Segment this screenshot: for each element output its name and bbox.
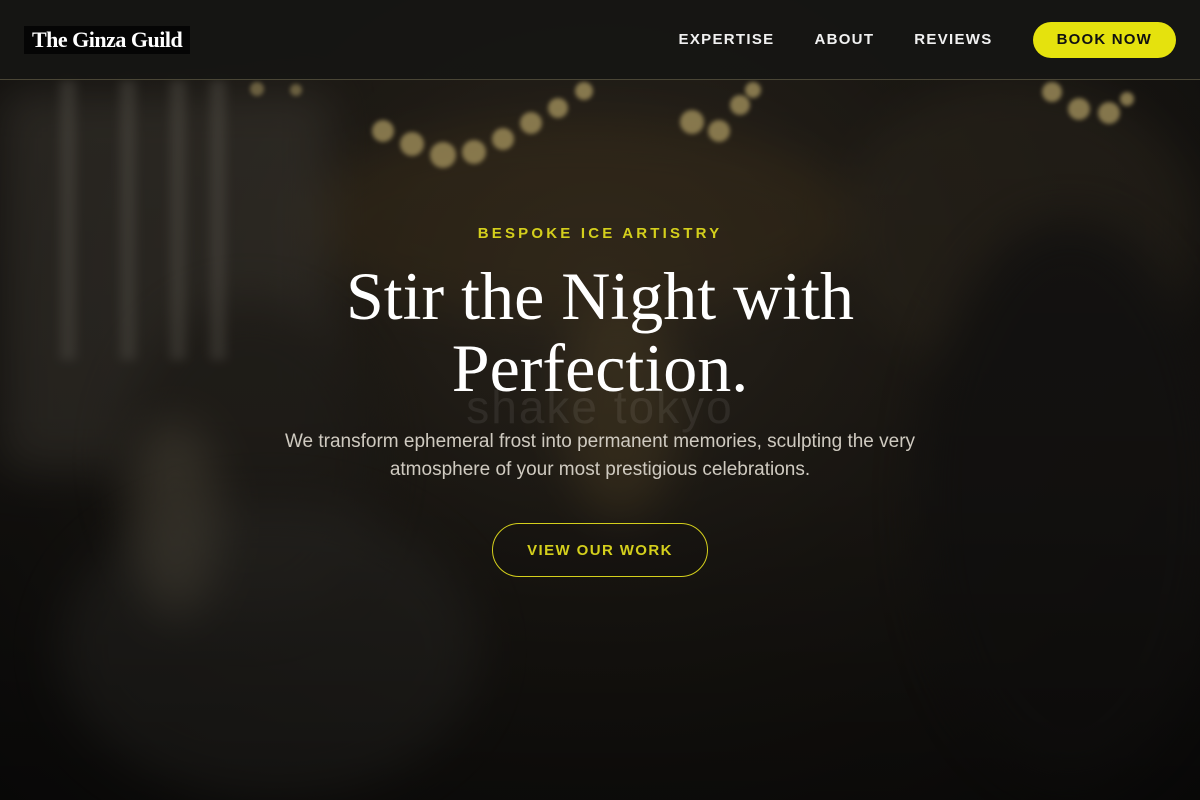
nav-link-reviews[interactable]: REVIEWS (914, 31, 992, 48)
nav-link-expertise[interactable]: EXPERTISE (679, 31, 775, 48)
hero-eyebrow: BESPOKE ICE ARTISTRY (477, 225, 723, 242)
site-logo[interactable]: The Ginza Guild (24, 25, 191, 54)
hero-section: shake tokyo BESPOKE ICE ARTISTRY Stir th… (0, 80, 1200, 800)
book-now-button[interactable]: BOOK NOW (1032, 21, 1176, 58)
hero-subtext: We transform ephemeral frost into perman… (284, 431, 916, 480)
site-header: The Ginza Guild EXPERTISE ABOUT REVIEWS … (0, 0, 1200, 80)
nav-link-about[interactable]: ABOUT (814, 31, 874, 48)
view-our-work-button[interactable]: VIEW OUR WORK (492, 523, 708, 577)
main-nav: EXPERTISE ABOUT REVIEWS BOOK NOW (679, 21, 1176, 58)
hero-headline: Stir the Night with Perfection. (345, 258, 855, 406)
